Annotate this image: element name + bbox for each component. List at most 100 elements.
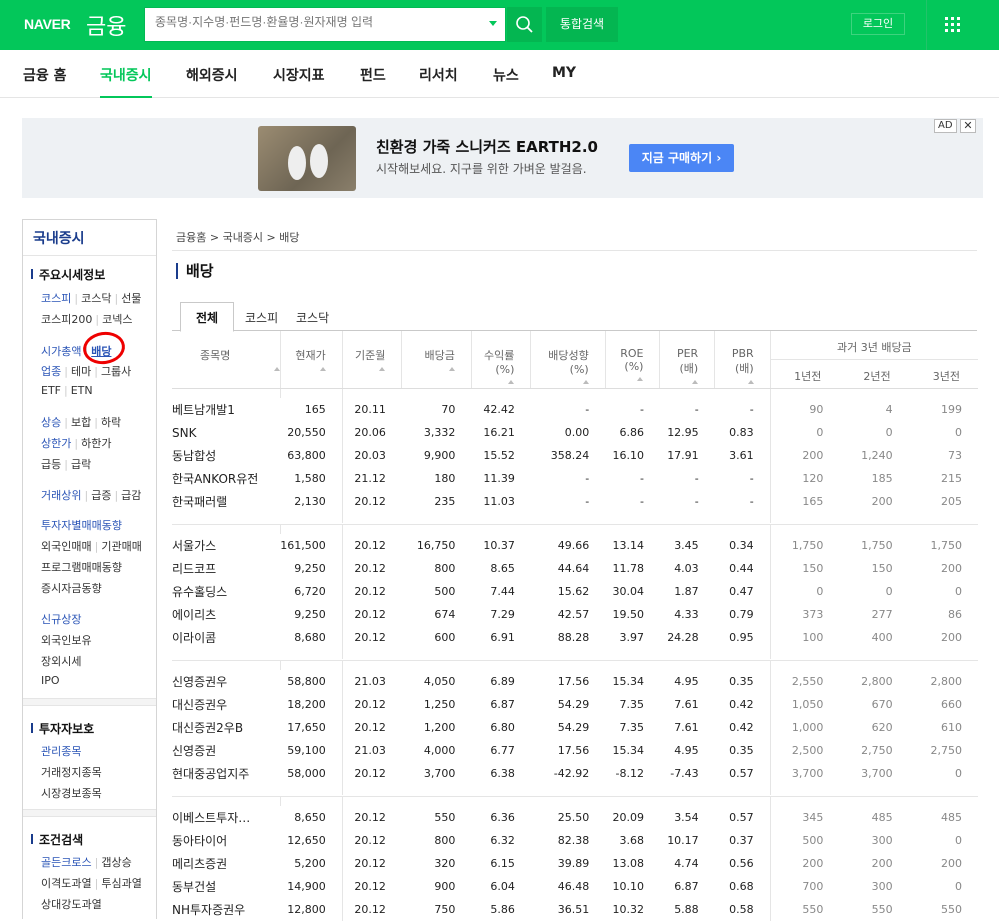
- sidebar-item-disparity[interactable]: 이격도과열: [41, 877, 92, 890]
- table-row[interactable]: 동아타이어 12,650 20.12 800 6.32 82.38 3.68 10.17 0.3…: [172, 829, 978, 852]
- table-row[interactable]: 에이리츠 9,250 20.12 674 7.29 42.57 19.50 4.33 0.79 3…: [172, 603, 978, 626]
- chevron-down-icon[interactable]: [489, 21, 497, 26]
- sidebar-item-foreign-holding[interactable]: 외국인보유: [41, 634, 92, 647]
- sidebar-item-rise[interactable]: 상승: [41, 416, 61, 429]
- nav-fund[interactable]: 펀드: [360, 65, 386, 98]
- column-header[interactable]: PER (배): [659, 331, 715, 389]
- table-row[interactable]: 베트남개발1 165 20.11 70 42.42 - - - - 90 4 199: [172, 398, 978, 421]
- stock-name-link[interactable]: 동아타이어: [172, 829, 280, 852]
- table-row[interactable]: 신영증권우 58,800 21.03 4,050 6.89 17.56 15.34 4.95 0…: [172, 670, 978, 693]
- sidebar-item-investor-trend[interactable]: 투자자별매매동향: [41, 519, 122, 532]
- sort-icon[interactable]: [273, 367, 280, 371]
- stock-name-link[interactable]: 신영증권: [172, 739, 280, 762]
- sidebar-item-konex[interactable]: 코넥스: [102, 313, 132, 326]
- ad-cta-button[interactable]: 지금 구매하기 ›: [629, 144, 734, 172]
- sidebar-item-fall[interactable]: 하락: [101, 416, 121, 429]
- sort-icon[interactable]: [747, 380, 754, 384]
- sort-icon[interactable]: [319, 367, 326, 371]
- sidebar-item-kospi200[interactable]: 코스피200: [41, 313, 92, 326]
- table-row[interactable]: 이라이콤 8,680 20.12 600 6.91 88.28 3.97 24.28 0.95 1…: [172, 626, 978, 649]
- table-row[interactable]: 서울가스 161,500 20.12 16,750 10.37 49.66 13.14 3.4…: [172, 534, 978, 557]
- ad-title[interactable]: 친환경 가죽 스니커즈 EARTH2.0: [376, 136, 598, 157]
- table-row[interactable]: 한국ANKOR유전 1,580 21.12 180 11.39 - - - - 120 185 215: [172, 467, 978, 490]
- sidebar-item-etf[interactable]: ETF: [41, 384, 61, 397]
- table-row[interactable]: 메리츠증권 5,200 20.12 320 6.15 39.89 13.08 4.74 0.56…: [172, 852, 978, 875]
- sidebar-item-kospi[interactable]: 코스피: [41, 292, 71, 305]
- sidebar-item-golden-cross[interactable]: 골든크로스: [41, 856, 92, 869]
- sidebar-item-upper-limit[interactable]: 상한가: [41, 437, 71, 450]
- tab-kospi[interactable]: 코스피: [245, 309, 278, 326]
- sidebar-item-otc[interactable]: 장외시세: [41, 655, 81, 668]
- sort-icon[interactable]: [637, 377, 644, 381]
- tab-all[interactable]: 전체: [180, 302, 234, 332]
- stock-name-link[interactable]: 한국ANKOR유전: [172, 467, 280, 490]
- column-header[interactable]: PBR (배): [714, 331, 771, 389]
- stock-name-link[interactable]: 에이리츠: [172, 603, 280, 626]
- column-header[interactable]: ROE (%): [604, 331, 660, 389]
- stock-name-link[interactable]: 한국패러랠: [172, 490, 280, 513]
- stock-name-link[interactable]: SNK: [172, 421, 280, 444]
- sidebar-item-group[interactable]: 그룹사: [101, 365, 131, 378]
- sidebar-item-lower-limit[interactable]: 하한가: [81, 437, 111, 450]
- sidebar-item-market-cap[interactable]: 시가총액: [41, 345, 81, 358]
- sidebar-item-surge[interactable]: 급등: [41, 458, 61, 471]
- ad-image[interactable]: [258, 126, 356, 191]
- sidebar-item-plunge[interactable]: 급락: [71, 458, 91, 471]
- sort-icon[interactable]: [448, 367, 455, 371]
- finance-logo[interactable]: 금융: [86, 9, 126, 41]
- sidebar-item-program-trade[interactable]: 프로그램매매동향: [41, 561, 122, 574]
- column-header[interactable]: 배당성향 (%): [530, 331, 606, 389]
- sidebar-item-new-listing[interactable]: 신규상장: [41, 613, 81, 626]
- sidebar-item-volume-drop[interactable]: 급감: [121, 489, 141, 502]
- nav-news[interactable]: 뉴스: [493, 65, 519, 98]
- sidebar-item-gap-up[interactable]: 갭상승: [101, 856, 131, 869]
- nav-my[interactable]: MY: [552, 65, 576, 98]
- sort-icon[interactable]: [692, 380, 699, 384]
- stock-name-link[interactable]: 신영증권우: [172, 670, 280, 693]
- sidebar-item-institution-trade[interactable]: 기관매매: [101, 540, 141, 553]
- sidebar-item-fund-trend[interactable]: 증시자금동향: [41, 582, 102, 595]
- nav-foreign-stock[interactable]: 해외증시: [186, 65, 238, 98]
- ad-subtitle[interactable]: 시작해보세요. 지구를 위한 가벼운 발걸음.: [376, 160, 587, 177]
- total-search-button[interactable]: 통합검색: [546, 7, 618, 42]
- login-button[interactable]: 로그인: [851, 13, 905, 35]
- column-header[interactable]: 배당금: [401, 331, 472, 389]
- table-row[interactable]: 한국패러랠 2,130 20.12 235 11.03 - - - - 165 200 205: [172, 490, 978, 513]
- ad-close-icon[interactable]: ✕: [960, 119, 976, 133]
- table-row[interactable]: 대신증권2우B 17,650 20.12 1,200 6.80 54.29 7.35 7.61…: [172, 716, 978, 739]
- table-row[interactable]: 동부건설 14,900 20.12 900 6.04 46.48 10.10 6.87 0.68…: [172, 875, 978, 898]
- stock-name-link[interactable]: 이베스트투자…: [172, 806, 280, 829]
- stock-name-link[interactable]: 메리츠증권: [172, 852, 280, 875]
- stock-name-link[interactable]: 유수홀딩스: [172, 580, 280, 603]
- search-button[interactable]: [507, 7, 542, 42]
- sidebar-title[interactable]: 국내증시: [33, 228, 85, 248]
- search-input[interactable]: [155, 15, 475, 29]
- sidebar-item-market-alert[interactable]: 시장경보종목: [41, 787, 102, 800]
- search-box[interactable]: [144, 7, 506, 42]
- sort-icon[interactable]: [379, 367, 386, 371]
- table-row[interactable]: 대신증권우 18,200 20.12 1,250 6.87 54.29 7.35 7.61 0.…: [172, 693, 978, 716]
- sort-icon[interactable]: [582, 380, 589, 384]
- sidebar-item-volume-surge[interactable]: 급증: [91, 489, 111, 502]
- nav-market-index[interactable]: 시장지표: [273, 65, 325, 98]
- sidebar-item-flat[interactable]: 보합: [71, 416, 91, 429]
- sort-icon[interactable]: [508, 380, 515, 384]
- stock-name-link[interactable]: 대신증권우: [172, 693, 280, 716]
- stock-name-link[interactable]: 동부건설: [172, 875, 280, 898]
- sidebar-item-suspended[interactable]: 거래정지종목: [41, 766, 102, 779]
- table-row[interactable]: 동남합성 63,800 20.03 9,900 15.52 358.24 16.10 17.9…: [172, 444, 978, 467]
- table-row[interactable]: 이베스트투자… 8,650 20.12 550 6.36 25.50 20.09 3.54 0.…: [172, 806, 978, 829]
- naver-logo[interactable]: NAVER: [24, 16, 71, 32]
- stock-name-link[interactable]: 대신증권2우B: [172, 716, 280, 739]
- column-header[interactable]: 기준월: [341, 331, 402, 389]
- table-row[interactable]: NH투자증권우 12,800 20.12 750 5.86 36.51 10.32 5.88 0…: [172, 898, 978, 921]
- table-row[interactable]: 신영증권 59,100 21.03 4,000 6.77 17.56 15.34 4.95 0.…: [172, 739, 978, 762]
- table-row[interactable]: 현대중공업지주 58,000 20.12 3,700 6.38 -42.92 -8.12 -7…: [172, 762, 978, 785]
- column-header[interactable]: 현재가: [279, 331, 343, 389]
- stock-name-link[interactable]: 이라이콤: [172, 626, 280, 649]
- sidebar-item-industry[interactable]: 업종: [41, 365, 61, 378]
- sidebar-item-volume-top[interactable]: 거래상위: [41, 489, 81, 502]
- table-row[interactable]: 유수홀딩스 6,720 20.12 500 7.44 15.62 30.04 1.87 0.47…: [172, 580, 978, 603]
- nav-domestic-stock[interactable]: 국내증시: [100, 65, 152, 98]
- stock-name-link[interactable]: 베트남개발1: [172, 398, 280, 421]
